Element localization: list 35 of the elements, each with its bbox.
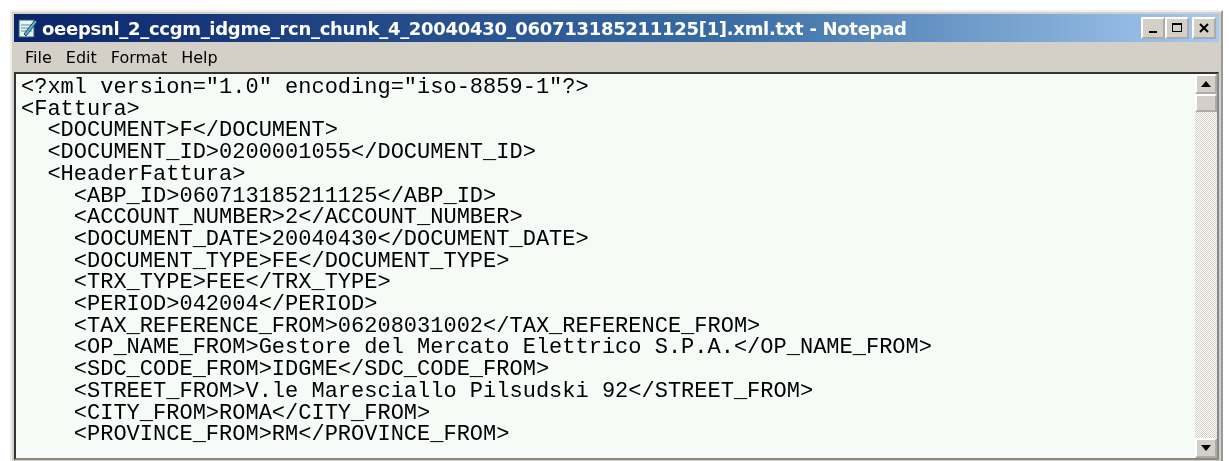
menu-item[interactable]: Edit — [58, 45, 104, 69]
text-line: <DOCUMENT_TYPE>FE</DOCUMENT_TYPE> — [72, 250, 510, 273]
close-button[interactable] — [1192, 17, 1216, 39]
minimize-button[interactable] — [1141, 17, 1165, 39]
down-arrow-icon — [1201, 445, 1211, 451]
text-line: <Fattura> — [21, 98, 140, 121]
scroll-down-button[interactable] — [1195, 438, 1217, 458]
menu-item[interactable]: Format — [103, 45, 175, 69]
menu-item[interactable]: Help — [174, 45, 225, 69]
text-line: <ACCOUNT_NUMBER>2</ACCOUNT_NUMBER> — [72, 207, 523, 229]
vertical-scrollbar[interactable] — [1195, 74, 1217, 458]
maximize-icon — [1171, 22, 1183, 34]
window-title: oeepsnl_2_ccgm_idgme_rcn_chunk_4_20040430_060713185211125[1].xml.txt - Notepad — [42, 17, 908, 39]
text-line: <TAX_REFERENCE_FROM>06208031002</TAX_REFERENCE_FROM> — [72, 315, 761, 338]
scroll-thumb[interactable] — [1195, 94, 1217, 112]
text-line: <PROVINCE_FROM>RM</PROVINCE_FROM> — [72, 424, 510, 446]
up-arrow-icon — [1201, 81, 1211, 87]
text-line: <DOCUMENT_DATE>20040430</DOCUMENT_DATE> — [72, 228, 589, 251]
close-icon — [1198, 22, 1210, 34]
minimize-icon — [1149, 31, 1157, 33]
text-line: <?xml version="1.0" encoding="iso-8859-1"?> — [21, 77, 589, 99]
maximize-button[interactable] — [1165, 17, 1189, 39]
menu-item[interactable]: File — [18, 45, 59, 69]
text-line: <OP_NAME_FROM>Gestore del Mercato Elettrico S.P.A.</OP_NAME_FROM> — [72, 337, 932, 360]
text-line: <PERIOD>042004</PERIOD> — [72, 294, 378, 316]
text-line: <ABP_ID>060713185211125</ABP_ID> — [72, 185, 497, 208]
text-line: <DOCUMENT_ID>0200001055</DOCUMENT_ID> — [46, 142, 536, 164]
text-line: <DOCUMENT>F</DOCUMENT> — [46, 120, 338, 143]
text-line: <TRX_TYPE>FEE</TRX_TYPE> — [72, 272, 391, 295]
text-line: <CITY_FROM>ROMA</CITY_FROM> — [72, 402, 431, 425]
text-line: <STREET_FROM>V.le Maresciallo Pilsudski 92</STREET_FROM> — [72, 380, 814, 403]
text-line: <HeaderFattura> — [46, 163, 246, 186]
notepad-icon — [16, 17, 38, 39]
scroll-up-button[interactable] — [1195, 74, 1217, 94]
text-line: <SDC_CODE_FROM>IDGME</SDC_CODE_FROM> — [72, 359, 550, 381]
